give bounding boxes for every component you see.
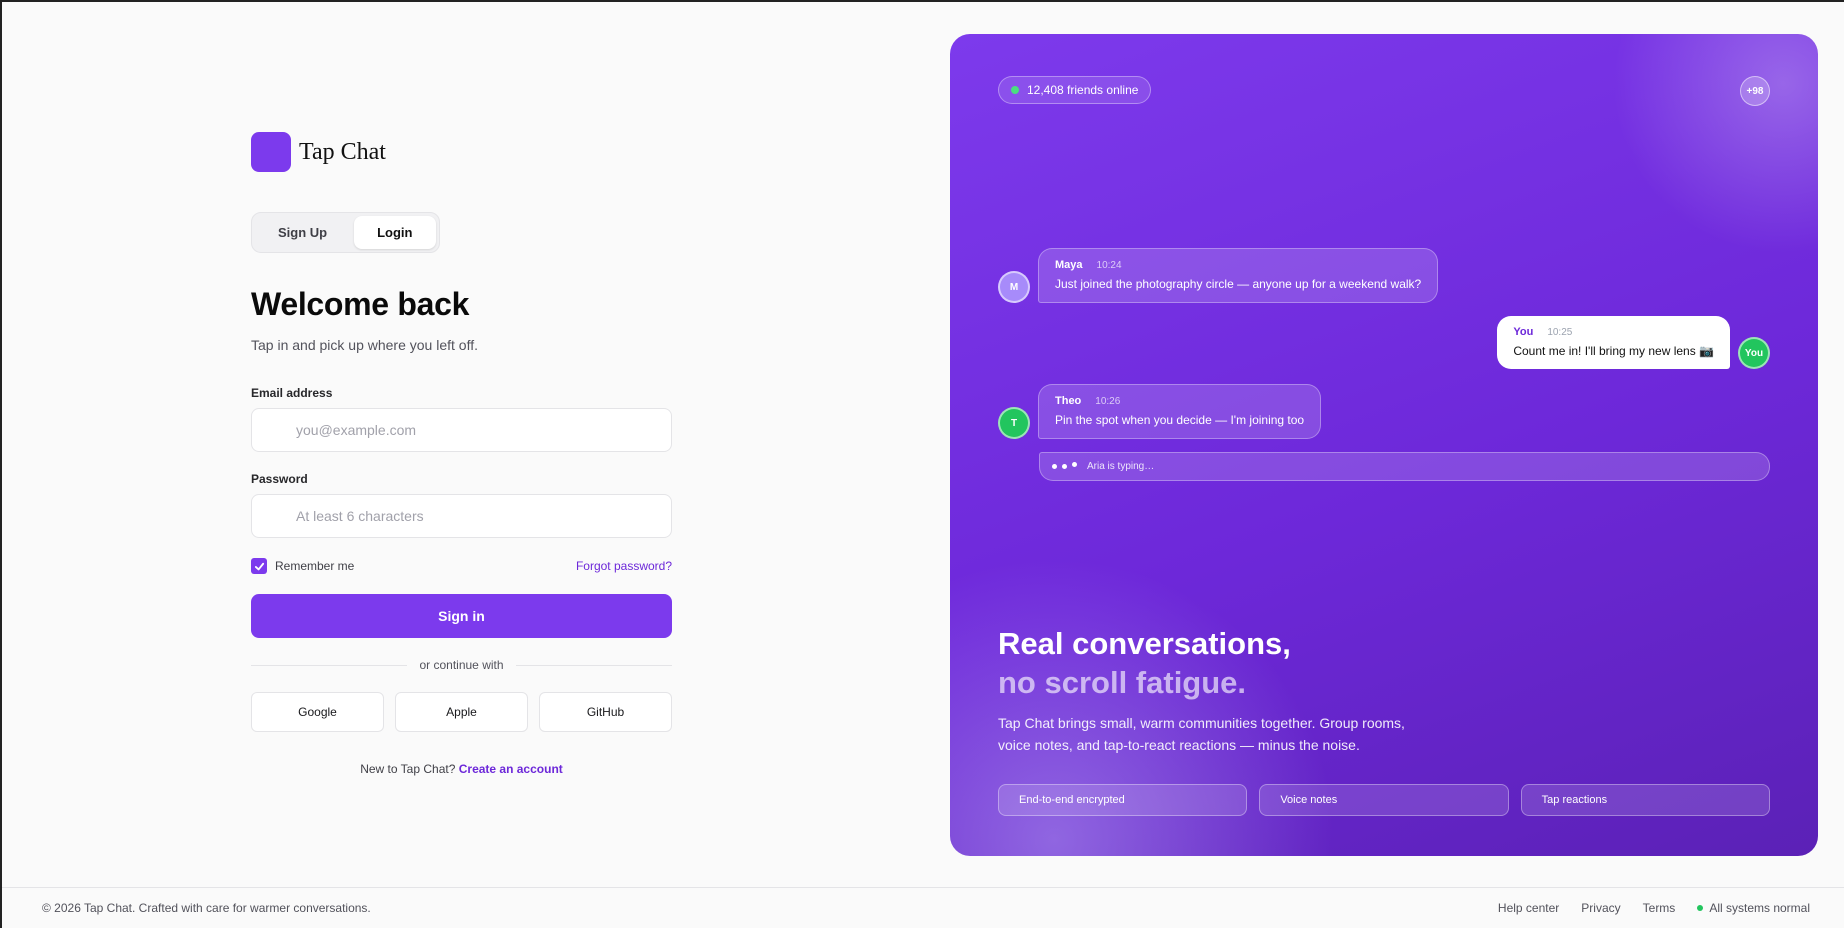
divider: or continue with — [251, 658, 673, 672]
remember-label: Remember me — [275, 559, 355, 573]
message-author: You — [1513, 326, 1534, 338]
avatar: M — [998, 271, 1030, 303]
more-users-badge: +98 — [1740, 76, 1770, 106]
github-button[interactable]: GitHub — [539, 692, 672, 732]
create-account-link[interactable]: Create an account — [459, 762, 563, 776]
message-time: 10:25 — [1547, 327, 1573, 338]
forgot-password-link[interactable]: Forgot password? — [576, 559, 672, 573]
online-count-pill: 12,408 friends online — [998, 76, 1152, 104]
sign-in-button[interactable]: Sign in — [251, 594, 672, 638]
avatar: You — [1738, 337, 1770, 369]
social-login-buttons: Google Apple GitHub — [251, 692, 672, 732]
typing-indicator: Aria is typing… — [1039, 452, 1770, 481]
terms-link[interactable]: Terms — [1643, 901, 1676, 915]
chat-message: M Maya 10:24 Just joined the photography… — [998, 248, 1439, 303]
hero-headline: Real conversations, no scroll fatigue. — [998, 624, 1291, 702]
hero-panel: 12,408 friends online +98 M Maya 10:24 J… — [950, 34, 1818, 856]
page-subtitle: Tap in and pick up where you left off. — [251, 337, 478, 353]
brand-name: Tap Chat — [299, 138, 386, 165]
hero-description: Tap Chat brings small, warm communities … — [998, 715, 1405, 753]
message-bubble: Maya 10:24 Just joined the photography c… — [1038, 248, 1439, 303]
divider-line — [515, 664, 673, 666]
brand-logo-icon — [251, 132, 291, 172]
typing-dots-icon — [1052, 462, 1077, 469]
email-field[interactable] — [251, 408, 672, 452]
remember-checkbox[interactable] — [251, 558, 267, 574]
typing-label: Aria is typing… — [1087, 461, 1155, 472]
message-time: 10:26 — [1095, 396, 1121, 407]
tab-login[interactable]: Login — [354, 216, 436, 249]
status-label: All systems normal — [1709, 901, 1810, 915]
divider-line — [251, 664, 408, 666]
message-bubble: Theo 10:26 Pin the spot when you decide … — [1038, 384, 1322, 439]
feature-chip: Tap reactions — [1520, 784, 1770, 816]
email-label: Email address — [251, 386, 333, 400]
remember-me[interactable]: Remember me — [251, 558, 354, 574]
hero-headline-line1: Real conversations, — [998, 626, 1291, 661]
footer: © 2026 Tap Chat. Crafted with care for w… — [2, 887, 1844, 928]
tab-sign-up[interactable]: Sign Up — [255, 216, 350, 249]
feature-chip: Voice notes — [1259, 784, 1509, 816]
online-dot-icon — [1011, 86, 1019, 94]
feature-chip: End-to-end encrypted — [998, 784, 1248, 816]
message-text: Count me in! I'll bring my new lens 📷 — [1513, 344, 1714, 358]
signup-prompt-text: New to Tap Chat? — [360, 762, 456, 776]
remember-row: Remember me Forgot password? — [251, 558, 672, 574]
help-center-link[interactable]: Help center — [1498, 901, 1559, 915]
password-field[interactable] — [251, 494, 672, 538]
auth-tabs: Sign Up Login — [251, 212, 440, 253]
footer-links: Help center Privacy Terms All systems no… — [1498, 901, 1810, 915]
feature-chips: End-to-end encrypted Voice notes Tap rea… — [998, 784, 1770, 816]
online-count-label: 12,408 friends online — [1027, 83, 1139, 97]
copyright: © 2026 Tap Chat. Crafted with care for w… — [42, 901, 371, 915]
chat-message: T Theo 10:26 Pin the spot when you decid… — [998, 384, 1322, 439]
brand: Tap Chat — [251, 132, 672, 172]
privacy-link[interactable]: Privacy — [1581, 901, 1620, 915]
avatar: T — [998, 407, 1030, 439]
message-text: Just joined the photography circle — any… — [1055, 277, 1422, 291]
message-author: Maya — [1055, 259, 1083, 271]
message-author: Theo — [1055, 395, 1082, 407]
signup-prompt: New to Tap Chat? Create an account — [251, 762, 672, 776]
message-time: 10:24 — [1096, 260, 1122, 271]
status-dot-icon — [1697, 905, 1704, 911]
system-status: All systems normal — [1697, 901, 1810, 915]
message-text: Pin the spot when you decide — I'm joini… — [1055, 413, 1305, 427]
chat-message-own: You 10:25 Count me in! I'll bring my new… — [1497, 316, 1770, 369]
apple-button[interactable]: Apple — [395, 692, 528, 732]
page-title: Welcome back — [251, 286, 470, 322]
hero-headline-line2: no scroll fatigue. — [998, 665, 1247, 700]
divider-label: or continue with — [419, 658, 504, 672]
check-icon — [254, 562, 264, 570]
auth-panel: Tap Chat Sign Up Login Welcome back Tap … — [251, 132, 673, 776]
password-label: Password — [251, 472, 308, 486]
message-bubble: You 10:25 Count me in! I'll bring my new… — [1497, 316, 1730, 369]
google-button[interactable]: Google — [251, 692, 384, 732]
